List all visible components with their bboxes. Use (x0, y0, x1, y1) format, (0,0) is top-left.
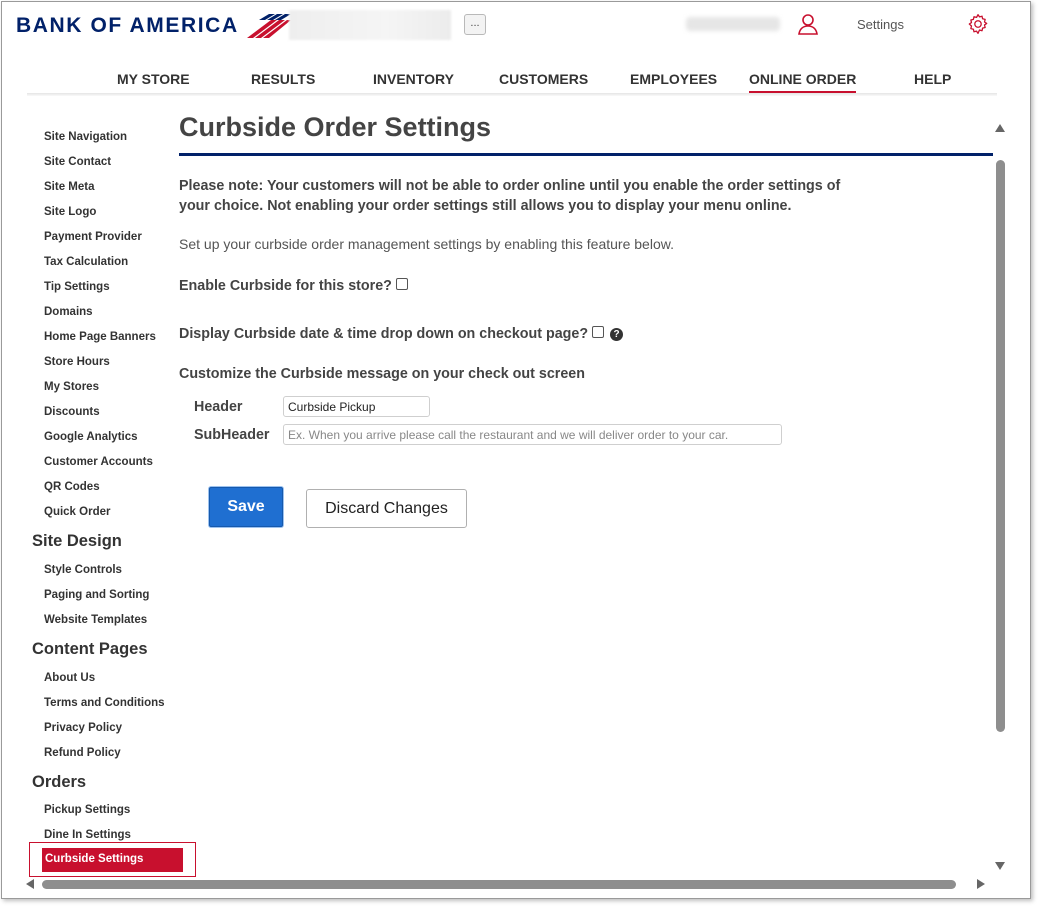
header-field-label: Header (194, 399, 243, 415)
help-icon[interactable]: ? (610, 328, 624, 341)
nav-customers[interactable]: CUSTOMERS (499, 71, 588, 91)
sidebar-item-home-page-banners[interactable]: Home Page Banners (44, 331, 156, 343)
sidebar-item-qr-codes[interactable]: QR Codes (44, 481, 100, 493)
sidebar-item-terms-and-conditions[interactable]: Terms and Conditions (44, 697, 165, 709)
sidebar-item-site-navigation[interactable]: Site Navigation (44, 131, 127, 143)
horizontal-scrollbar-thumb[interactable] (42, 880, 956, 889)
sidebar-item-google-analytics[interactable]: Google Analytics (44, 431, 138, 443)
discard-changes-button[interactable]: Discard Changes (306, 489, 467, 528)
sidebar-item-site-contact[interactable]: Site Contact (44, 156, 111, 168)
sidebar-item-paging-and-sorting[interactable]: Paging and Sorting (44, 589, 149, 601)
scroll-right-arrow-icon[interactable] (977, 879, 985, 889)
flag-logo-icon (246, 14, 291, 38)
sidebar-heading-site-design: Site Design (32, 532, 122, 550)
order-settings-note: Please note: Your customers will not be … (179, 178, 841, 214)
scroll-up-arrow-icon[interactable] (995, 124, 1005, 132)
sidebar-item-customer-accounts[interactable]: Customer Accounts (44, 456, 153, 468)
enable-curbside-label: Enable Curbside for this store? (179, 278, 392, 294)
user-icon[interactable] (797, 13, 819, 35)
logo-text: BANK OF AMERICA (16, 14, 239, 37)
nav-my-store[interactable]: MY STORE (117, 71, 190, 91)
sidebar-item-payment-provider[interactable]: Payment Provider (44, 231, 142, 243)
main-nav: MY STORE RESULTS INVENTORY CUSTOMERS EMP… (2, 68, 1030, 94)
subheader-input[interactable] (283, 424, 782, 445)
more-options-button[interactable]: ... (464, 14, 486, 35)
sidebar-item-tax-calculation[interactable]: Tax Calculation (44, 256, 128, 268)
settings-link[interactable]: Settings (857, 17, 904, 32)
nav-employees[interactable]: EMPLOYEES (630, 71, 717, 91)
sidebar-item-quick-order[interactable]: Quick Order (44, 506, 110, 518)
sidebar-item-my-stores[interactable]: My Stores (44, 381, 99, 393)
gear-icon[interactable] (967, 13, 989, 35)
sidebar-item-dine-in-settings[interactable]: Dine In Settings (44, 829, 131, 841)
datetime-dropdown-label: Display Curbside date & time drop down o… (179, 326, 589, 342)
datetime-dropdown-row: Display Curbside date & time drop down o… (179, 326, 624, 342)
sidebar-item-website-templates[interactable]: Website Templates (44, 614, 147, 626)
nav-online-order[interactable]: ONLINE ORDER (749, 71, 857, 94)
sidebar-item-pickup-settings[interactable]: Pickup Settings (44, 804, 130, 816)
sidebar-item-site-meta[interactable]: Site Meta (44, 181, 95, 193)
title-divider (179, 153, 993, 156)
customize-message-label: Customize the Curbside message on your c… (179, 366, 585, 382)
app-window: BANK OF AMERICA ... Settings MY STORE RE… (1, 1, 1031, 899)
header-input[interactable] (283, 396, 430, 417)
nav-inventory[interactable]: INVENTORY (373, 71, 454, 91)
subheader-field-label: SubHeader (194, 427, 270, 443)
datetime-dropdown-checkbox[interactable] (592, 326, 605, 338)
sidebar-item-domains[interactable]: Domains (44, 306, 93, 318)
scroll-down-arrow-icon[interactable] (995, 862, 1005, 870)
sidebar-item-site-logo[interactable]: Site Logo (44, 206, 96, 218)
enable-curbside-checkbox[interactable] (395, 278, 408, 290)
sidebar-heading-orders: Orders (32, 773, 87, 791)
setup-instructions: Set up your curbside order management se… (179, 236, 674, 252)
sidebar-item-about-us[interactable]: About Us (44, 672, 95, 684)
sidebar-item-tip-settings[interactable]: Tip Settings (44, 281, 110, 293)
bank-logo[interactable]: BANK OF AMERICA (16, 12, 291, 40)
enable-curbside-row: Enable Curbside for this store? (179, 278, 408, 294)
nav-help[interactable]: HELP (914, 71, 951, 91)
sidebar-heading-content-pages: Content Pages (32, 640, 148, 658)
sidebar-item-curbside-settings[interactable]: Curbside Settings (42, 848, 183, 872)
user-name-redacted (686, 17, 780, 31)
save-button[interactable]: Save (209, 487, 283, 527)
nav-divider (27, 93, 997, 96)
scroll-left-arrow-icon[interactable] (26, 879, 34, 889)
sidebar-item-refund-policy[interactable]: Refund Policy (44, 747, 121, 759)
nav-results[interactable]: RESULTS (251, 71, 315, 91)
sidebar-item-store-hours[interactable]: Store Hours (44, 356, 110, 368)
page-title: Curbside Order Settings (179, 112, 492, 142)
sidebar-item-privacy-policy[interactable]: Privacy Policy (44, 722, 122, 734)
sidebar-item-discounts[interactable]: Discounts (44, 406, 100, 418)
vertical-scrollbar-thumb[interactable] (996, 160, 1005, 732)
sidebar-item-style-controls[interactable]: Style Controls (44, 564, 122, 576)
store-name-redacted (289, 10, 451, 40)
